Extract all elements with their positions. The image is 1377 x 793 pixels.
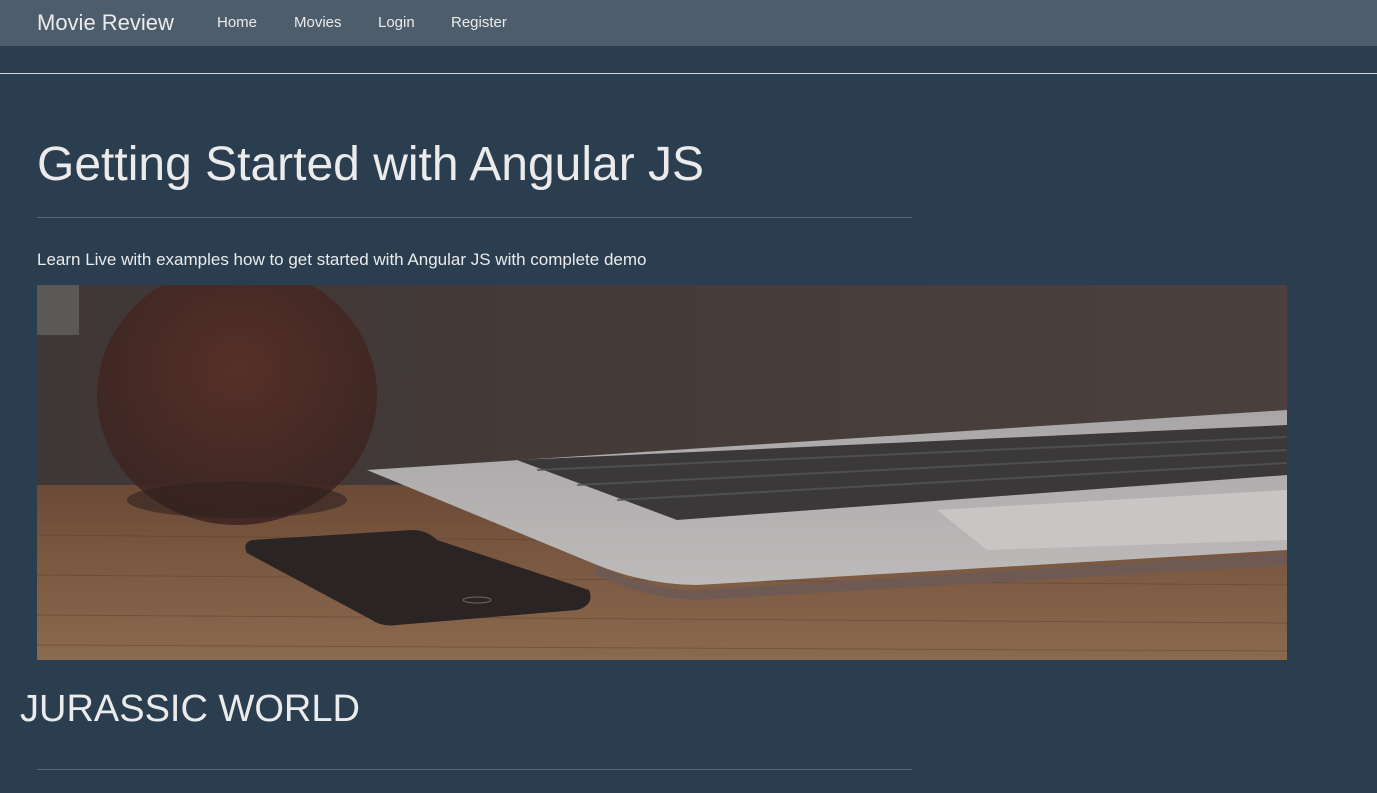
- nav-home[interactable]: Home: [217, 14, 257, 32]
- lead-text: Learn Live with examples how to get star…: [37, 250, 647, 269]
- page-title: Getting Started with Angular JS: [37, 138, 705, 191]
- header-divider: [0, 73, 1377, 74]
- brand-link[interactable]: Movie Review: [37, 9, 174, 37]
- nav-login[interactable]: Login: [378, 14, 415, 32]
- movie-divider: [37, 769, 912, 770]
- nav-register[interactable]: Register: [451, 14, 507, 32]
- laptop-desk-illustration: [37, 285, 1287, 660]
- title-divider: [37, 217, 912, 218]
- movie-title: JURASSIC WORLD: [20, 688, 360, 730]
- hero-image: [37, 285, 1287, 660]
- top-navbar: Movie Review Home Movies Login Register: [0, 0, 1377, 46]
- nav-movies[interactable]: Movies: [294, 14, 342, 32]
